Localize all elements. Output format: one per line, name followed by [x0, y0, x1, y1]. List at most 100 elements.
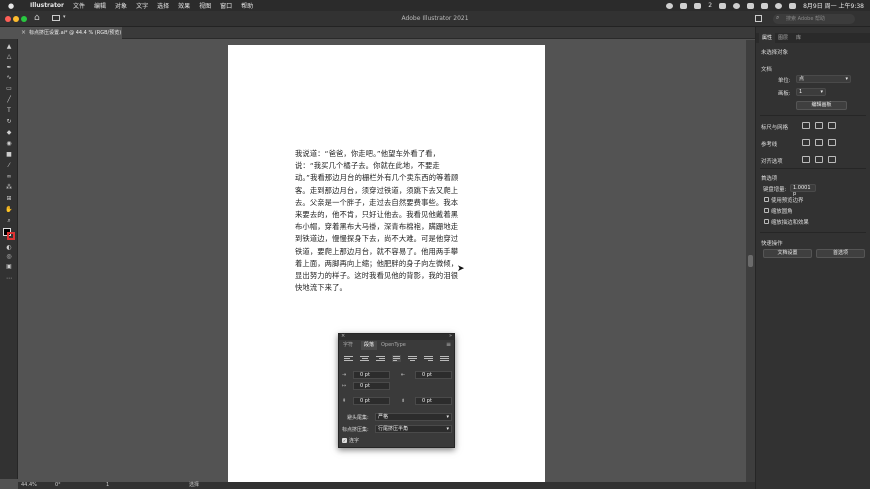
- paintbrush-tool-icon[interactable]: ╱: [4, 96, 14, 103]
- justify-center-icon[interactable]: [408, 355, 417, 362]
- rotation-view[interactable]: 0°: [55, 482, 61, 489]
- mouse-cursor-icon: ➤: [457, 264, 465, 274]
- arrange-documents-icon[interactable]: [755, 15, 762, 22]
- first-line-indent-icon: ↦: [342, 383, 347, 389]
- tab-layers[interactable]: 图层: [778, 33, 788, 43]
- eyedropper-tool-icon[interactable]: ⁄: [4, 162, 14, 169]
- align-left-icon[interactable]: [344, 355, 353, 362]
- paragraph-panel: × » 字符 段落 OpenType ≡ ⇥ 0 pt ⇤ 0 pt ↦ 0 p…: [338, 333, 455, 448]
- menu-type[interactable]: 文字: [136, 1, 148, 10]
- curvature-tool-icon[interactable]: ∿: [4, 74, 14, 81]
- rotate-tool-icon[interactable]: ↻: [4, 118, 14, 125]
- menu-object[interactable]: 对象: [115, 1, 127, 10]
- menu-select[interactable]: 选择: [157, 1, 169, 10]
- collapse-icon[interactable]: »: [449, 333, 452, 339]
- ruler-icon[interactable]: [802, 122, 810, 129]
- align-right-icon[interactable]: [376, 355, 385, 362]
- menu-bar: ● Illustrator 文件 编辑 对象 文字 选择 效果 视图 窗口 帮助…: [0, 0, 870, 11]
- first-line-indent-field[interactable]: 0 pt: [353, 382, 390, 390]
- eraser-tool-icon[interactable]: ◆: [4, 129, 14, 136]
- draw-mode-icon[interactable]: ◎: [4, 253, 14, 260]
- battery-icon[interactable]: [747, 2, 755, 9]
- right-indent-field[interactable]: 0 pt: [415, 371, 452, 379]
- show-guides-icon[interactable]: [802, 139, 810, 146]
- tab-paragraph[interactable]: 段落: [361, 341, 378, 350]
- apple-icon[interactable]: ●: [8, 2, 16, 10]
- selection-tool-icon[interactable]: ▲: [4, 43, 14, 50]
- type-tool-icon[interactable]: T: [4, 107, 14, 114]
- kinsoku-dropdown[interactable]: 严格 ▾: [375, 413, 452, 421]
- search-icon[interactable]: [775, 2, 783, 9]
- screen-mode-icon[interactable]: ▣: [4, 263, 14, 270]
- shape-builder-tool-icon[interactable]: ◉: [4, 140, 14, 147]
- artboard-navigator[interactable]: 1: [106, 482, 109, 489]
- tab-character[interactable]: 字符: [343, 341, 353, 350]
- menu-edit[interactable]: 编辑: [94, 1, 106, 10]
- justify-all-icon[interactable]: [440, 355, 449, 362]
- app-menu[interactable]: Illustrator: [30, 2, 64, 9]
- zoom-tool-icon[interactable]: ⌕: [4, 217, 14, 224]
- align-to-key-object-icon[interactable]: [815, 156, 823, 163]
- cloud-icon[interactable]: [719, 2, 727, 9]
- rectangle-tool-icon[interactable]: ▭: [4, 85, 14, 92]
- shield-icon[interactable]: [680, 2, 688, 9]
- gradient-tool-icon[interactable]: ■: [4, 151, 14, 158]
- justify-left-icon[interactable]: [392, 355, 401, 362]
- menu-view[interactable]: 视图: [199, 1, 211, 10]
- wifi-icon[interactable]: [761, 2, 769, 9]
- close-tab-icon[interactable]: ×: [21, 27, 26, 39]
- tab-properties[interactable]: 属性: [759, 33, 776, 43]
- align-to-artboard-icon[interactable]: [828, 156, 836, 163]
- align-center-icon[interactable]: [360, 355, 369, 362]
- units-dropdown[interactable]: 点 ▾: [796, 75, 851, 83]
- document-tab[interactable]: × 标点挤压设置.ai* @ 44.4 % (RGB/预览): [18, 27, 122, 39]
- document-setup-button[interactable]: 文档设置: [763, 249, 812, 258]
- record-icon[interactable]: [666, 2, 674, 9]
- grid-icon[interactable]: [815, 122, 823, 129]
- vertical-scrollbar[interactable]: [746, 40, 755, 482]
- close-icon[interactable]: ×: [341, 333, 345, 339]
- mojikumi-dropdown[interactable]: 行尾挤压半角 ▾: [375, 425, 452, 433]
- hand-tool-icon[interactable]: ✋: [4, 206, 14, 213]
- space-after-field[interactable]: 0 pt: [415, 397, 452, 405]
- menu-help[interactable]: 帮助: [241, 1, 253, 10]
- clock-icon[interactable]: [733, 2, 741, 9]
- scrollbar-thumb[interactable]: [748, 255, 753, 267]
- scale-strokes-checkbox[interactable]: [764, 219, 769, 224]
- zoom-level[interactable]: 44.4%: [21, 482, 37, 489]
- control-center-icon[interactable]: [789, 2, 797, 9]
- menu-file[interactable]: 文件: [73, 1, 85, 10]
- scale-corners-checkbox[interactable]: [764, 208, 769, 213]
- smart-guides-icon[interactable]: [828, 139, 836, 146]
- pixel-grid-icon[interactable]: [828, 122, 836, 129]
- preferences-button[interactable]: 首选项: [816, 249, 865, 258]
- keyboard-increment-field[interactable]: 1.0001 p: [790, 184, 816, 197]
- space-before-field[interactable]: 0 pt: [353, 397, 390, 405]
- direct-selection-tool-icon[interactable]: △: [4, 53, 14, 60]
- menu-effect[interactable]: 效果: [178, 1, 190, 10]
- lock-guides-icon[interactable]: [815, 139, 823, 146]
- align-to-selection-icon[interactable]: [802, 156, 810, 163]
- blend-tool-icon[interactable]: ∞: [4, 173, 14, 180]
- current-tool[interactable]: 选择: [189, 482, 199, 489]
- edit-artboard-button[interactable]: 编辑画板: [796, 101, 847, 110]
- artboard-dropdown[interactable]: 1 ▾: [796, 88, 826, 96]
- panel-drag-handle[interactable]: × »: [339, 333, 454, 340]
- menu-window[interactable]: 窗口: [220, 1, 232, 10]
- color-mode-icon[interactable]: ◐: [4, 244, 14, 251]
- hyphenate-checkbox[interactable]: ✓: [342, 438, 347, 443]
- help-search-input[interactable]: 搜索 Adobe 帮助: [773, 14, 855, 24]
- panel-menu-icon[interactable]: ≡: [446, 341, 451, 348]
- wechat-icon[interactable]: [694, 2, 702, 9]
- tab-libraries[interactable]: 库: [796, 33, 801, 43]
- paragraph-text[interactable]: 我说道：“爸爸，你走吧。”他望车外看了看，说：“我买几个橘子去。你就在此地，不要…: [295, 148, 461, 294]
- left-indent-field[interactable]: 0 pt: [353, 371, 390, 379]
- justify-right-icon[interactable]: [424, 355, 433, 362]
- preview-bounds-checkbox[interactable]: [764, 197, 769, 202]
- artboard-tool-icon[interactable]: ⊞: [4, 195, 14, 202]
- edit-toolbar-icon[interactable]: ⋯: [4, 275, 14, 282]
- tab-opentype[interactable]: OpenType: [381, 341, 406, 350]
- stroke-color-swatch[interactable]: [7, 232, 15, 240]
- pen-tool-icon[interactable]: ✒: [4, 64, 14, 71]
- symbol-sprayer-tool-icon[interactable]: ⁂: [4, 184, 14, 191]
